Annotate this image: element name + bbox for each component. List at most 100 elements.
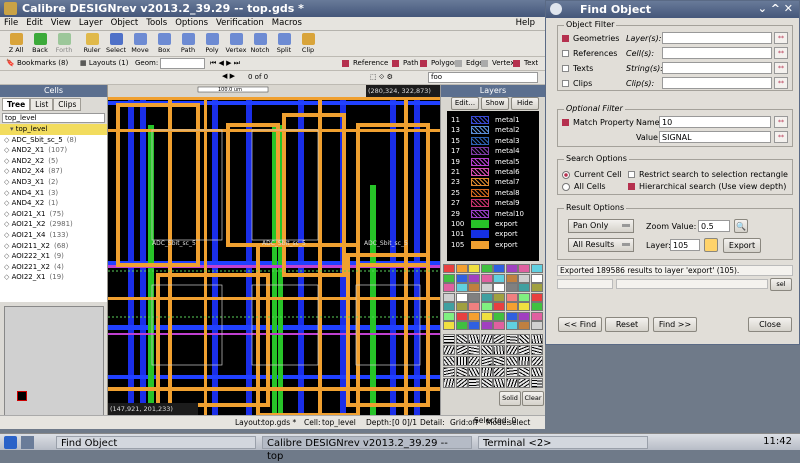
color-swatch[interactable] (518, 264, 530, 273)
layer-swatch[interactable] (471, 167, 489, 176)
filter-texts-toggle[interactable]: Texts (562, 62, 593, 75)
layer-color-button[interactable] (704, 238, 718, 252)
pattern-swatch[interactable] (455, 367, 468, 377)
layer-swatch[interactable] (471, 230, 489, 239)
color-swatch[interactable] (493, 321, 505, 330)
filter-path[interactable]: Path (392, 59, 418, 67)
menu-object[interactable]: Object (107, 17, 143, 29)
layer-row[interactable]: 101 export (447, 229, 539, 239)
menu-tools[interactable]: Tools (142, 17, 171, 29)
color-swatch[interactable] (505, 311, 518, 321)
pattern-swatch[interactable] (518, 378, 530, 388)
color-swatch[interactable] (505, 292, 518, 302)
pattern-swatch[interactable] (493, 334, 505, 344)
color-swatch[interactable] (530, 273, 543, 283)
expand-icon[interactable]: ◇ (4, 199, 12, 207)
zoom-magnifier-button[interactable]: 🔍 (734, 219, 748, 233)
filter-reference[interactable]: Reference (342, 59, 388, 67)
color-swatch[interactable] (505, 321, 518, 330)
tree-item[interactable]: ◇ AOI21_X4 (133) (0, 230, 107, 241)
pattern-swatch[interactable] (530, 356, 543, 366)
layer-row[interactable]: 21 metal6 (447, 167, 539, 177)
split-button[interactable]: Split (272, 32, 296, 56)
color-swatch[interactable] (493, 311, 505, 321)
tree-item[interactable]: ◇ AOI21_X1 (75) (0, 209, 107, 220)
view-box-marker[interactable] (17, 391, 27, 401)
color-swatch[interactable] (468, 302, 480, 311)
color-swatch[interactable] (505, 283, 518, 292)
tab-clips[interactable]: Clips (53, 98, 82, 111)
pattern-swatch[interactable] (493, 378, 505, 388)
all-cells-radio[interactable]: All Cells (562, 180, 606, 193)
color-swatch[interactable] (455, 302, 468, 311)
layer-swatch[interactable] (471, 116, 489, 124)
layer-row[interactable]: 27 metal9 (447, 198, 539, 208)
filter-text[interactable]: Text (513, 59, 538, 67)
color-swatch[interactable] (455, 311, 468, 321)
geom-field[interactable] (160, 58, 205, 69)
menu-view[interactable]: View (47, 17, 75, 29)
pattern-swatch[interactable] (505, 378, 518, 388)
color-swatch[interactable] (468, 311, 480, 321)
filter-field-input[interactable] (662, 47, 772, 59)
layer-swatch[interactable] (471, 157, 489, 166)
expand-icon[interactable]: ◇ (4, 167, 12, 175)
color-swatch[interactable] (443, 273, 455, 283)
expand-icon[interactable]: ◇ (4, 178, 12, 186)
color-swatch[interactable] (480, 283, 493, 292)
color-swatch[interactable] (455, 273, 468, 283)
expand-icon[interactable]: ◇ (4, 231, 12, 239)
color-swatch[interactable] (493, 273, 505, 283)
pattern-swatch[interactable] (455, 378, 468, 388)
filter-polygon[interactable]: Polygon (420, 59, 459, 67)
filter-references-toggle[interactable]: References (562, 47, 617, 60)
notch-button[interactable]: Notch (248, 32, 272, 56)
pattern-swatch[interactable] (443, 356, 455, 366)
tree-item[interactable]: ◇ AOI21_X2 (2981) (0, 219, 107, 230)
find-next-button[interactable]: Find >> (653, 317, 697, 332)
color-swatch[interactable] (468, 264, 480, 273)
pattern-swatch[interactable] (493, 356, 505, 366)
zoom-field[interactable]: 0.5 (698, 220, 730, 232)
color-swatch[interactable] (505, 273, 518, 283)
layer-swatch[interactable] (471, 240, 489, 249)
color-swatch[interactable] (480, 264, 493, 273)
close-button[interactable]: Close (748, 317, 792, 332)
menu-verification[interactable]: Verification (212, 17, 268, 29)
clip-button[interactable]: Clip (296, 32, 320, 56)
filter-field-input[interactable] (662, 77, 772, 89)
expand-icon[interactable]: ◇ (4, 189, 12, 197)
tree-item[interactable]: ◇ AOI222_X1 (9) (0, 251, 107, 262)
pattern-swatch[interactable] (480, 378, 493, 388)
color-swatch[interactable] (493, 283, 505, 292)
command-field[interactable]: foo (428, 72, 538, 83)
expand-icon[interactable]: ◇ (4, 146, 12, 154)
filter-field-input[interactable] (662, 32, 772, 44)
expand-icon[interactable]: ◇ (4, 252, 12, 260)
color-swatch[interactable] (518, 283, 530, 292)
pattern-swatch[interactable] (493, 345, 505, 355)
task-calibre[interactable]: Calibre DESIGNrev v2013.2_39.29 -- top (262, 436, 472, 462)
pattern-swatch[interactable] (443, 345, 455, 355)
desktop-icon[interactable] (21, 436, 34, 449)
layer-row[interactable]: 29 metal10 (447, 209, 539, 219)
layer-row[interactable]: 23 metal7 (447, 177, 539, 187)
tree-item[interactable]: ◇ AND3_X1 (2) (0, 177, 107, 188)
layer-swatch[interactable] (471, 136, 489, 145)
pattern-swatch[interactable] (480, 356, 493, 366)
task-find-object[interactable]: Find Object (56, 436, 256, 449)
filter-vertex[interactable]: Vertex (481, 59, 515, 67)
pattern-swatch[interactable] (443, 367, 455, 377)
color-palette[interactable] (443, 264, 543, 332)
find-previous-button[interactable]: << Find (558, 317, 602, 332)
reset-button[interactable]: Reset (605, 317, 649, 332)
pattern-swatch[interactable] (493, 367, 505, 377)
clear-button[interactable]: Clear (522, 391, 544, 406)
pattern-palette[interactable] (443, 334, 543, 389)
color-swatch[interactable] (468, 321, 480, 330)
tree-item[interactable]: ◇ AND2_X1 (107) (0, 145, 107, 156)
pattern-swatch[interactable] (505, 356, 518, 366)
edit-layers-button[interactable]: Edit... (451, 97, 479, 110)
pattern-swatch[interactable] (518, 345, 530, 355)
sel-button[interactable]: sel (770, 278, 792, 291)
